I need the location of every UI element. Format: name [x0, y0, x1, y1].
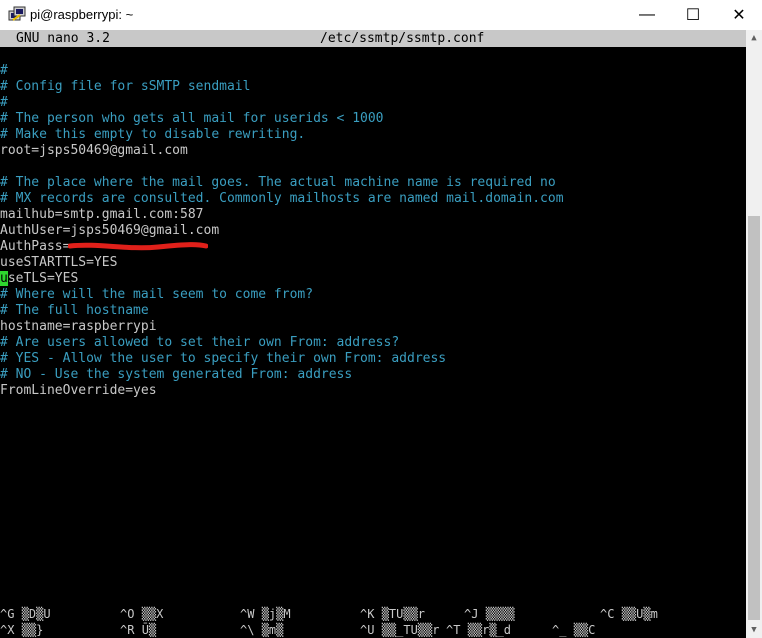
terminal-window: pi@raspberrypi: ~ — ☐ ✕ GNU nano 3.2 /et…	[0, 0, 762, 638]
file-line: # Make this empty to disable rewriting.	[0, 127, 306, 142]
nano-header: GNU nano 3.2 /etc/ssmtp/ssmtp.conf	[0, 30, 746, 47]
shortcut-to-spell[interactable]: ^T ▒▒r▒_d	[446, 622, 511, 638]
file-line: useSTARTTLS=YES	[0, 255, 118, 270]
putty-icon	[8, 6, 26, 21]
shortcut-cur-pos[interactable]: ^C ▒▒U▒m	[600, 606, 658, 622]
shortcut-go-to-line[interactable]: ^_ ▒▒C	[552, 622, 595, 638]
vertical-scrollbar[interactable]: ▲ ▼	[746, 30, 762, 638]
scrollbar-thumb[interactable]	[748, 216, 760, 620]
nano-filename: /etc/ssmtp/ssmtp.conf	[320, 31, 485, 46]
file-line: # The place where the mail goes. The act…	[0, 175, 556, 190]
text-cursor: u	[0, 271, 8, 286]
nano-version: GNU nano 3.2	[16, 31, 110, 46]
shortcut-write-out[interactable]: ^O ▒▒X	[120, 606, 163, 622]
title-bar: pi@raspberrypi: ~ — ☐ ✕	[0, 0, 762, 30]
cursor-line-rest: seTLS=YES	[7, 271, 79, 286]
file-line: #	[0, 63, 8, 78]
shortcut-replace[interactable]: ^\ ▒m▒	[240, 622, 283, 638]
file-line: # The person who gets all mail for useri…	[0, 111, 384, 126]
file-line: # The full hostname	[0, 303, 149, 318]
file-line: AuthUser=jsps50469@gmail.com	[0, 223, 220, 238]
shortcut-cut-text[interactable]: ^K ▒TU▒▒r	[360, 606, 425, 622]
file-line: # NO - Use the system generated From: ad…	[0, 367, 353, 382]
file-line: FromLineOverride=yes	[0, 383, 157, 398]
cursor-line: useTLS=YES	[0, 271, 78, 287]
file-line: # YES - Allow the user to specify their …	[0, 351, 447, 366]
shortcut-uncut-text[interactable]: ^U ▒▒_TU▒▒r	[360, 622, 439, 638]
shortcut-exit[interactable]: ^X ▒▒}	[0, 622, 43, 638]
file-line: # Where will the mail seem to come from?	[0, 287, 314, 302]
shortcut-where-is[interactable]: ^W ▒j▒M	[240, 606, 291, 622]
terminal-area[interactable]: GNU nano 3.2 /etc/ssmtp/ssmtp.conf # # C…	[0, 30, 746, 638]
file-line: root=jsps50469@gmail.com	[0, 143, 188, 158]
shortcut-help[interactable]: ^G ▒D▒U	[0, 606, 51, 622]
minimize-button[interactable]: —	[624, 0, 670, 30]
file-line: #	[0, 95, 8, 110]
file-line: AuthPass=	[0, 239, 71, 254]
redaction-scribble	[68, 242, 208, 251]
close-button[interactable]: ✕	[716, 0, 762, 30]
file-line: # Config file for sSMTP sendmail	[0, 79, 251, 94]
file-line: # MX records are consulted. Commonly mai…	[0, 191, 564, 206]
window-title: pi@raspberrypi: ~	[30, 7, 134, 22]
shortcut-read-file[interactable]: ^R Ū▒	[120, 622, 156, 638]
file-line: hostname=raspberrypi	[0, 319, 157, 334]
file-line: # Are users allowed to set their own Fro…	[0, 335, 400, 350]
file-line: mailhub=smtp.gmail.com:587	[0, 207, 204, 222]
shortcut-justify[interactable]: ^J ▒▒▒▒	[464, 606, 515, 622]
scroll-down-arrow-icon[interactable]: ▼	[746, 622, 762, 638]
scroll-up-arrow-icon[interactable]: ▲	[746, 30, 762, 46]
maximize-button[interactable]: ☐	[670, 0, 716, 30]
